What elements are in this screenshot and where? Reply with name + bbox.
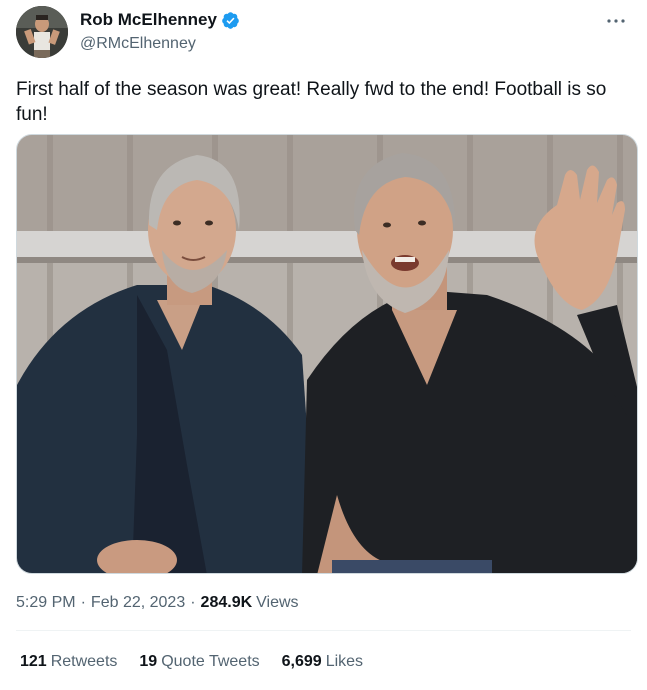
user-handle[interactable]: @RMcElhenney [80,35,196,53]
tweet-stats: 121 Retweets 19 Quote Tweets 6,699 Likes [20,653,385,671]
avatar-image [16,6,68,58]
retweets-stat[interactable]: 121 Retweets [20,653,117,671]
display-name[interactable]: Rob McElhenney [80,10,217,30]
tweet-date[interactable]: Feb 22, 2023 [91,594,185,612]
name-row: Rob McElhenney [80,10,240,30]
views-count[interactable]: 284.9K [201,594,253,612]
quote-tweets-stat[interactable]: 19 Quote Tweets [139,653,259,671]
tweet-text: First half of the season was great! Real… [16,79,607,125]
quotes-count: 19 [139,653,158,670]
retweets-label: Retweets [50,653,118,670]
tweet-meta: 5:29 PM · Feb 22, 2023 · 284.9K Views [16,594,299,612]
likes-count: 6,699 [281,653,322,670]
verified-badge-icon [221,11,240,30]
views-label: Views [256,594,299,611]
tweet-card: Rob McElhenney @RMcElhenney First half o… [0,0,647,690]
quotes-label: Quote Tweets [161,653,260,670]
likes-label: Likes [325,653,364,670]
meta-separator: · [190,594,196,611]
tweet-photo[interactable] [16,134,638,574]
likes-stat[interactable]: 6,699 Likes [282,653,363,671]
divider [16,630,631,631]
avatar[interactable] [16,6,68,58]
tweet-time[interactable]: 5:29 PM [16,594,76,612]
photo-image [17,135,637,573]
meta-separator: · [80,594,86,611]
retweets-count: 121 [20,653,47,670]
more-icon[interactable] [605,10,627,32]
